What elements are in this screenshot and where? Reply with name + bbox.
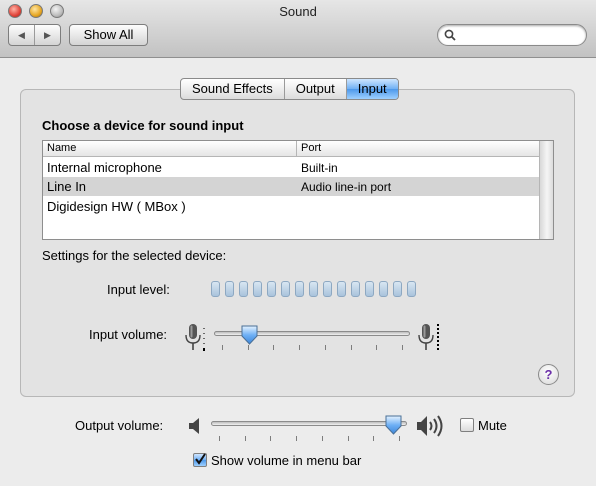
forward-button[interactable]: ▶	[34, 25, 60, 45]
back-forward-group: ◀ ▶	[8, 24, 61, 46]
back-button[interactable]: ◀	[9, 25, 34, 45]
window-title: Sound	[279, 4, 317, 19]
input-level-segment	[295, 281, 304, 297]
slider-tick	[376, 345, 377, 350]
window-toolbar: Sound ◀ ▶ Show All	[0, 0, 596, 58]
input-level-segment	[281, 281, 290, 297]
table-row[interactable]: Line In Audio line-in port	[43, 177, 539, 196]
tab-sound-effects[interactable]: Sound Effects	[181, 79, 284, 99]
input-level-segment	[225, 281, 234, 297]
output-volume-ticks	[211, 436, 407, 442]
slider-tick	[373, 436, 374, 441]
slider-tick	[351, 345, 352, 350]
input-level-segment	[211, 281, 220, 297]
output-volume-knob[interactable]	[385, 415, 402, 435]
device-port: Audio line-in port	[301, 180, 392, 194]
input-level-segment	[267, 281, 276, 297]
slider-tick	[248, 345, 249, 350]
tab-input[interactable]: Input	[345, 79, 398, 99]
input-volume-knob[interactable]	[241, 325, 258, 345]
checkmark-icon	[195, 453, 206, 465]
slider-tick	[299, 345, 300, 350]
slider-tick	[222, 345, 223, 350]
input-level-segment	[323, 281, 332, 297]
input-level-segment	[379, 281, 388, 297]
device-name: Digidesign HW ( MBox )	[47, 199, 186, 214]
table-header: Name Port	[43, 141, 539, 157]
input-device-table[interactable]: Name Port Internal microphone Built-in L…	[42, 140, 554, 240]
column-header-name[interactable]: Name	[47, 142, 76, 154]
search-icon	[444, 29, 456, 41]
output-volume-track[interactable]	[211, 421, 407, 426]
microphone-high-icon	[418, 324, 439, 351]
slider-tick	[348, 436, 349, 441]
mute-label[interactable]: Mute	[478, 418, 507, 433]
tab-bar: Sound Effects Output Input	[180, 78, 399, 100]
speaker-high-icon	[417, 415, 443, 437]
input-level-meter	[211, 281, 416, 297]
search-input[interactable]	[458, 27, 578, 43]
input-level-segment	[309, 281, 318, 297]
microphone-low-icon	[185, 324, 205, 351]
input-level-segment	[407, 281, 416, 297]
table-row[interactable]: Internal microphone Built-in	[43, 158, 539, 177]
table-row[interactable]: Digidesign HW ( MBox )	[43, 197, 539, 216]
slider-tick	[270, 436, 271, 441]
choose-device-heading: Choose a device for sound input	[42, 118, 244, 133]
slider-tick	[322, 436, 323, 441]
input-level-label: Input level:	[107, 282, 170, 297]
forward-arrow-icon: ▶	[44, 29, 51, 40]
table-scrollbar[interactable]	[539, 141, 553, 239]
input-level-segment	[393, 281, 402, 297]
help-button[interactable]: ?	[538, 364, 559, 385]
slider-tick	[245, 436, 246, 441]
input-level-segment	[337, 281, 346, 297]
input-level-segment	[239, 281, 248, 297]
show-volume-menubar-label[interactable]: Show volume in menu bar	[211, 453, 361, 468]
input-level-segment	[253, 281, 262, 297]
input-level-segment	[351, 281, 360, 297]
device-port: Built-in	[301, 161, 338, 175]
column-header-port[interactable]: Port	[301, 142, 321, 154]
show-all-button[interactable]: Show All	[69, 24, 148, 46]
column-divider	[296, 141, 297, 157]
slider-tick	[296, 436, 297, 441]
back-arrow-icon: ◀	[18, 29, 25, 40]
tab-output[interactable]: Output	[283, 79, 346, 99]
slider-tick	[399, 436, 400, 441]
search-field[interactable]	[437, 24, 587, 46]
device-name: Line In	[47, 179, 87, 194]
settings-heading: Settings for the selected device:	[42, 248, 227, 263]
slider-tick	[325, 345, 326, 350]
input-level-segment	[365, 281, 374, 297]
slider-tick	[219, 436, 220, 441]
mute-checkbox[interactable]	[460, 418, 474, 432]
show-volume-menubar-checkbox[interactable]	[193, 453, 207, 467]
output-volume-label: Output volume:	[75, 418, 164, 433]
device-name: Internal microphone	[47, 160, 162, 175]
slider-tick	[273, 345, 274, 350]
input-volume-label: Input volume:	[89, 327, 168, 342]
speaker-low-icon	[189, 418, 199, 434]
input-volume-ticks	[214, 345, 410, 351]
slider-tick	[402, 345, 403, 350]
